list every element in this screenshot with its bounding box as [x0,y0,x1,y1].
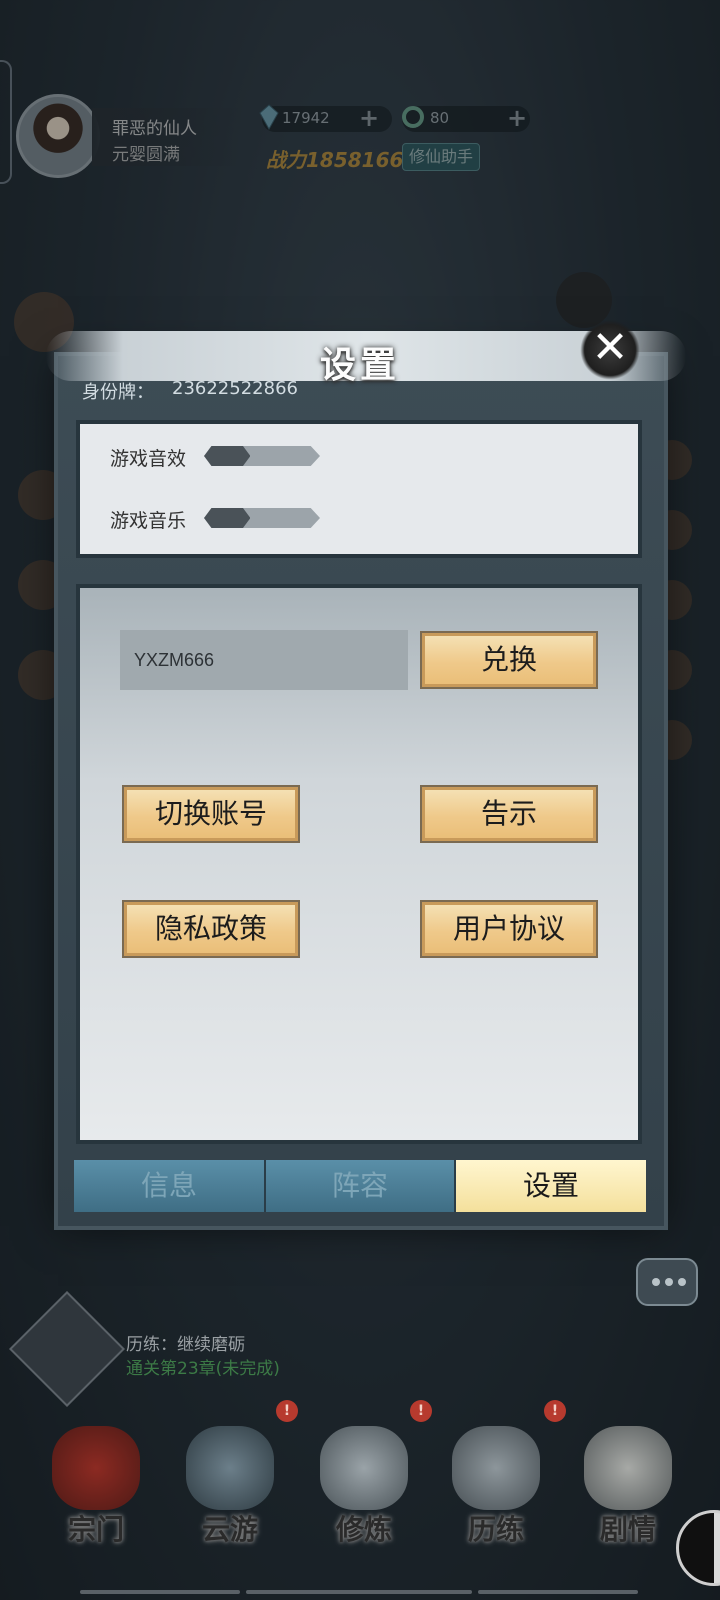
tab-lineup[interactable]: 阵容 [266,1160,456,1212]
chat-dot [665,1278,673,1286]
sound-effects-label: 游戏音效 [110,448,187,470]
gesture-bar-segment [80,1590,240,1594]
id-value: 23622522866 [172,378,298,399]
nav-label: 宗门 [67,1513,124,1546]
mountain-travel-icon [186,1426,274,1510]
nav-label: 历练 [467,1513,524,1546]
cultivation-icon [320,1426,408,1510]
quest-status: 通关第23章(未完成) [126,1359,280,1379]
id-label: 身份牌： [82,382,154,403]
alert-badge: ! [410,1400,432,1422]
nav-training[interactable]: 历练 [436,1420,556,1550]
audio-panel [76,420,642,558]
switch-account-button[interactable]: 切换账号 [122,785,300,843]
sound-effects-slider[interactable] [204,446,320,466]
gesture-bar-segment [478,1590,638,1594]
music-label: 游戏音乐 [110,510,187,532]
alert-badge: ! [276,1400,298,1422]
nav-sect[interactable]: 宗门 [36,1420,156,1550]
quest-title: 历练：继续磨砺 [126,1335,245,1355]
redeem-code-input[interactable] [120,630,408,690]
alert-badge: ! [544,1400,566,1422]
tab-settings[interactable]: 设置 [456,1160,646,1212]
close-icon[interactable]: ✕ [580,320,640,380]
privacy-policy-button[interactable]: 隐私政策 [122,900,300,958]
chat-dot [652,1278,660,1286]
nav-cultivation[interactable]: 修炼 [304,1420,424,1550]
training-icon [452,1426,540,1510]
scroll-story-icon [584,1426,672,1510]
user-agreement-button[interactable]: 用户协议 [420,900,598,958]
nav-label: 修炼 [335,1513,392,1546]
tab-info[interactable]: 信息 [74,1160,266,1212]
nav-story[interactable]: 剧情 [568,1420,688,1550]
sect-hall-icon [52,1426,140,1510]
gesture-bar-segment [246,1590,472,1594]
redeem-button[interactable]: 兑换 [420,631,598,689]
slider-fill [204,508,251,528]
chat-icon[interactable] [636,1258,698,1306]
slider-fill [204,446,251,466]
nav-travel[interactable]: 云游 [170,1420,290,1550]
nav-label: 云游 [201,1513,258,1546]
music-slider[interactable] [204,508,320,528]
chat-dot [678,1278,686,1286]
nav-label: 剧情 [599,1513,656,1546]
notice-button[interactable]: 告示 [420,785,598,843]
